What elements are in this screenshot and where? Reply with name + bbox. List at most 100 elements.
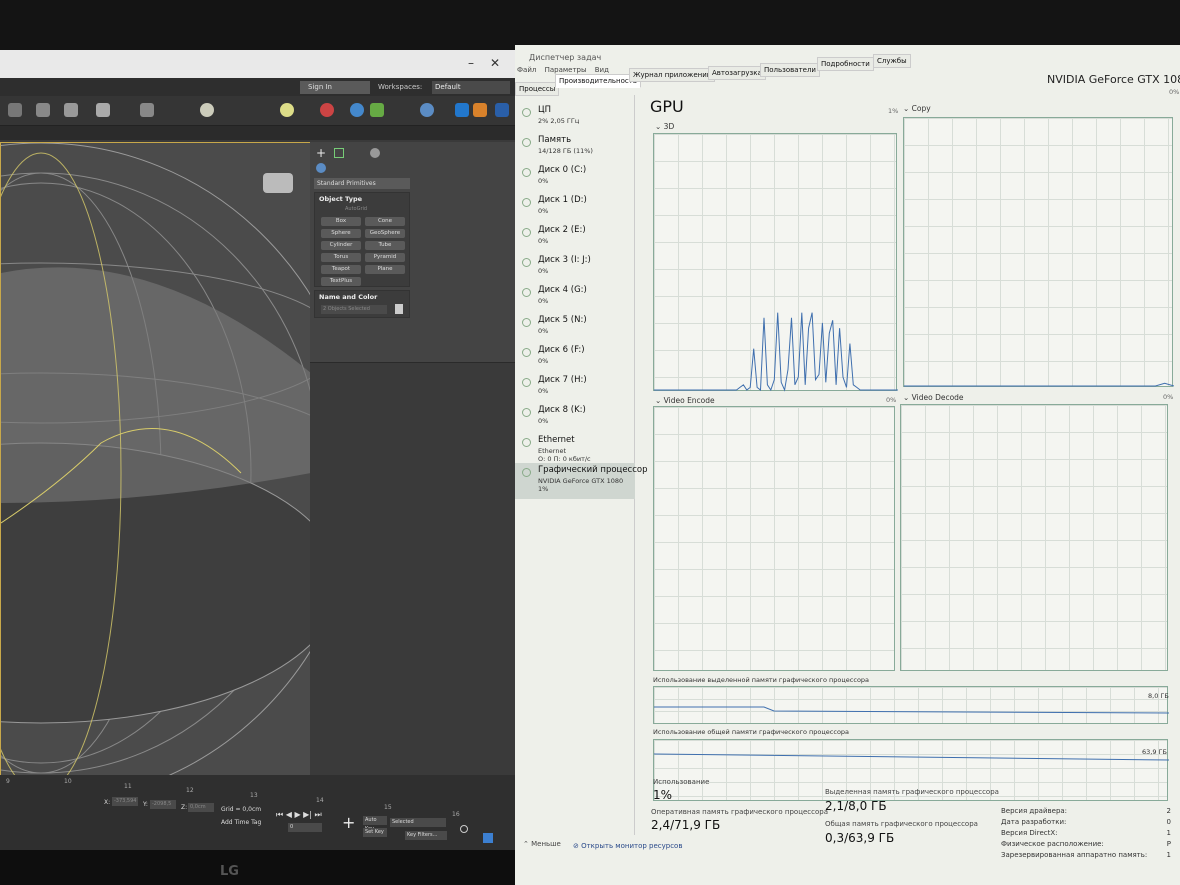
sidebar-item[interactable]: Диск 5 (N:) 0% (515, 313, 635, 343)
sidebar-item-sub: NVIDIA GeForce GTX 1080 1% (538, 477, 623, 493)
tube-button[interactable]: Tube (365, 241, 405, 250)
graph-video-decode (900, 404, 1168, 671)
render-setup-icon[interactable] (420, 103, 434, 117)
menu-options[interactable]: Параметры (545, 66, 587, 74)
add-time-tag-button[interactable]: Add Time Tag (210, 819, 261, 826)
info-key: Версия DirectX: (1001, 829, 1058, 837)
tab-startup[interactable]: Автозагрузка (708, 66, 766, 80)
auto-key-button[interactable]: Auto Key (363, 816, 387, 832)
shared-memory-label: Использование общей памяти графического … (653, 728, 850, 736)
cylinder-button[interactable]: Cylinder (321, 241, 361, 250)
tab-services[interactable]: Службы (873, 54, 911, 68)
cone-button[interactable]: Cone (365, 217, 405, 226)
timeline[interactable]: 9 10 11 12 13 14 15 16 X: -373,594 Y: -2… (0, 775, 515, 850)
modify-tab-icon[interactable] (334, 148, 344, 158)
plane-button[interactable]: Plane (365, 265, 405, 274)
tool-icon[interactable] (320, 103, 334, 117)
open-resource-monitor-link[interactable]: ⊘ Открыть монитор ресурсов (573, 842, 682, 850)
sphere-button[interactable]: Sphere (321, 229, 361, 238)
sidebar-item[interactable]: Диск 0 (C:) 0% (515, 163, 635, 193)
frame-field[interactable]: 0 (288, 823, 322, 832)
tool-icon[interactable] (140, 103, 154, 117)
tab-app-history[interactable]: Журнал приложений (629, 68, 716, 82)
monitor-bezel: LG (0, 850, 515, 885)
command-panel: + Standard Primitives Object Type AutoGr… (310, 142, 515, 825)
sidebar-sub-line: 0% (538, 297, 549, 305)
menu-view[interactable]: Вид (595, 66, 609, 74)
sidebar-item[interactable]: Диск 7 (H:) 0% (515, 373, 635, 403)
tool-icon[interactable] (96, 103, 110, 117)
sidebar-item[interactable]: Диск 3 (I: J:) 0% (515, 253, 635, 283)
gpu-info-table: Версия драйвера: 2 Дата разработки: 0 Версия… (1001, 807, 1171, 862)
fewer-details-button[interactable]: ⌃ Меньше (523, 840, 561, 848)
engine-3d-label: 3D (663, 122, 675, 131)
max-menu-bar: Sign In Workspaces: Default (0, 78, 515, 96)
menu-file[interactable]: Файл (517, 66, 536, 74)
engine-encode-selector[interactable]: ⌄ Video Encode (655, 396, 715, 405)
autogrid-checkbox[interactable]: AutoGrid (345, 206, 367, 212)
dedicated-stat-label: Выделенная память графического процессор… (825, 788, 999, 796)
minimize-button[interactable]: – (468, 56, 474, 70)
tool-icon[interactable] (370, 103, 384, 117)
engine-encode-label: Video Encode (663, 396, 715, 405)
sidebar-item[interactable]: Графический процессор NVIDIA GeForce GTX … (515, 463, 648, 499)
rc-plugin-icon[interactable] (495, 103, 509, 117)
primitives-dropdown[interactable]: Standard Primitives (314, 178, 410, 189)
tool-icon[interactable] (64, 103, 78, 117)
x-coord-field[interactable]: -373,594 (112, 797, 138, 806)
sidebar-item[interactable]: ЦП 2% 2,05 ГГц (515, 103, 635, 133)
y-coord-field[interactable]: -2098,5 (150, 800, 176, 809)
add-key-icon[interactable]: + (342, 813, 355, 832)
tab-details[interactable]: Подробности (817, 57, 874, 71)
tool-icon[interactable] (36, 103, 50, 117)
name-color-header[interactable]: Name and Color (315, 291, 409, 303)
torus-button[interactable]: Torus (321, 253, 361, 262)
tool-icon[interactable] (8, 103, 22, 117)
sidebar-item-name: Диск 3 (I: J:) (538, 255, 591, 265)
sidebar-item[interactable]: Диск 8 (K:) 0% (515, 403, 635, 433)
engine-copy-selector[interactable]: ⌄ Copy (903, 104, 931, 113)
tab-processes[interactable]: Процессы (515, 82, 560, 96)
create-tab-icon[interactable]: + (316, 146, 326, 160)
sidebar-item-name: Диск 4 (G:) (538, 285, 587, 295)
render-icon[interactable] (280, 103, 294, 117)
zoom-icon[interactable] (460, 825, 468, 833)
material-icon[interactable] (200, 103, 214, 117)
viewport[interactable] (0, 142, 316, 825)
color-swatch[interactable] (395, 304, 403, 314)
tool-icon[interactable] (350, 103, 364, 117)
graph-3d (653, 133, 898, 392)
set-key-button[interactable]: Set Key (363, 828, 387, 837)
engine-decode-selector[interactable]: ⌄ Video Decode (903, 393, 964, 402)
pyramid-button[interactable]: Pyramid (365, 253, 405, 262)
box-button[interactable]: Box (321, 217, 361, 226)
geometry-icon[interactable] (316, 163, 326, 173)
wireframe-scene (1, 143, 315, 804)
fr-plugin-icon[interactable] (473, 103, 487, 117)
workspace-dropdown[interactable]: Default (432, 81, 510, 94)
close-button[interactable]: ✕ (490, 56, 500, 70)
usage-line (904, 382, 1175, 387)
motion-tab-icon[interactable] (370, 148, 380, 158)
3dsmax-window: – ✕ + Standard Primitives Object Type Au… (0, 50, 515, 850)
sidebar-item[interactable]: Диск 6 (F:) 0% (515, 343, 635, 373)
sidebar-item[interactable]: Диск 4 (G:) 0% (515, 283, 635, 313)
sidebar-item[interactable]: Диск 1 (D:) 0% (515, 193, 635, 223)
engine-3d-selector[interactable]: ⌄ 3D (655, 122, 674, 131)
z-coord-field[interactable]: 0,0cm (188, 803, 214, 812)
object-name-field[interactable]: 2 Objects Selected (321, 305, 387, 314)
tool-icon[interactable] (455, 103, 469, 117)
playback-controls[interactable]: ⏮ ◀ ▶ ▶| ⏭ (276, 810, 322, 820)
tab-users[interactable]: Пользователи (760, 63, 820, 77)
teapot-button[interactable]: Teapot (321, 265, 361, 274)
sidebar-item[interactable]: Ethernet Ethernet О: 0 П: 0 кбит/с (515, 433, 635, 463)
maximize-viewport-icon[interactable] (483, 833, 493, 843)
sidebar-item[interactable]: Память 14/128 ГБ (11%) (515, 133, 635, 163)
sign-in-dropdown[interactable]: Sign In (300, 81, 370, 94)
textplus-button[interactable]: TextPlus (321, 277, 361, 286)
object-type-header[interactable]: Object Type (315, 193, 409, 205)
geosphere-button[interactable]: GeoSphere (365, 229, 405, 238)
key-mode-dropdown[interactable]: Selected (390, 818, 446, 827)
key-filters-button[interactable]: Key Filters... (405, 831, 447, 840)
sidebar-item[interactable]: Диск 2 (E:) 0% (515, 223, 635, 253)
